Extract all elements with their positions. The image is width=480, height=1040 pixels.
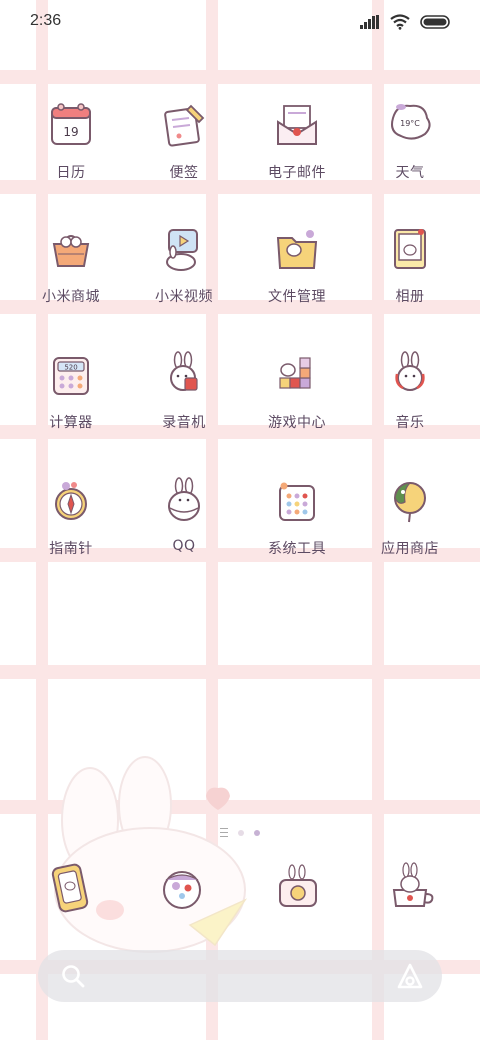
system-tools-icon [279,482,315,521]
recorder-icon [170,351,198,391]
calculator-icon: 520 [53,357,89,395]
svg-text:520: 520 [64,364,77,372]
email-icon [277,105,317,145]
weather-icon: 19°C [391,104,431,140]
messages-icon[interactable] [152,858,212,918]
app-label: 应用商店 [381,541,439,557]
app-mi-store[interactable]: 小米商城 [15,212,127,322]
file-manager-icon [276,230,318,269]
status-bar: 2:36 [0,0,480,42]
signal-icon [360,15,379,29]
app-qq[interactable]: QQ [128,464,240,574]
assistant-icon[interactable] [396,962,424,990]
mi-store-icon [52,235,90,267]
app-label: 文件管理 [268,289,326,305]
svg-text:19: 19 [63,125,78,139]
app-calendar[interactable]: 19 日历 [15,88,127,198]
svg-text:19°C: 19°C [400,119,420,128]
qq-icon [168,477,200,521]
app-app-store[interactable]: 应用商店 [354,464,466,574]
app-weather[interactable]: 19°C 天气 [354,88,466,198]
gallery-icon [394,229,426,269]
app-label: 系统工具 [268,541,326,557]
phone-icon[interactable] [40,858,100,918]
page-dot-active [254,829,260,836]
app-label: 小米视频 [155,289,213,305]
app-calculator[interactable]: 520 计算器 [15,338,127,448]
app-label: 录音机 [162,415,206,431]
page-indicator[interactable] [0,828,480,837]
app-label: 日历 [56,165,86,181]
search-bar[interactable] [38,950,442,1002]
calendar-icon: 19 [51,103,91,145]
notes-icon [164,104,205,147]
app-recorder[interactable]: 录音机 [128,338,240,448]
page-indicator-menu-icon [220,828,228,837]
app-label: 游戏中心 [268,415,326,431]
app-gallery[interactable]: 相册 [354,212,466,322]
browser-icon[interactable] [382,858,442,918]
app-game-center[interactable]: 游戏中心 [241,338,353,448]
battery-icon [420,15,450,29]
music-icon [395,351,425,391]
compass-icon [55,482,87,520]
app-label: 小米商城 [42,289,100,305]
app-system-tools[interactable]: 系统工具 [241,464,353,574]
app-label: QQ [172,538,196,554]
app-label: 天气 [395,165,425,181]
app-label: 音乐 [395,415,425,431]
search-icon[interactable] [60,963,86,989]
app-label: 相册 [395,289,425,305]
app-file-manager[interactable]: 文件管理 [241,212,353,322]
game-center-icon [279,357,311,389]
app-label: 电子邮件 [268,165,326,181]
camera-icon[interactable] [268,858,328,918]
app-notes[interactable]: 便签 [128,88,240,198]
page-dot [238,829,244,836]
mi-video-icon [166,229,198,271]
app-mi-video[interactable]: 小米视频 [128,212,240,322]
wifi-icon [390,14,410,30]
status-time: 2:36 [30,12,62,29]
app-email[interactable]: 电子邮件 [241,88,353,198]
app-store-icon [394,482,426,523]
bunny-wallpaper-illustration [54,756,248,953]
app-compass[interactable]: 指南针 [15,464,127,574]
app-music[interactable]: 音乐 [354,338,466,448]
app-label: 便签 [169,165,199,181]
app-label: 指南针 [49,541,93,557]
app-label: 计算器 [49,415,93,431]
